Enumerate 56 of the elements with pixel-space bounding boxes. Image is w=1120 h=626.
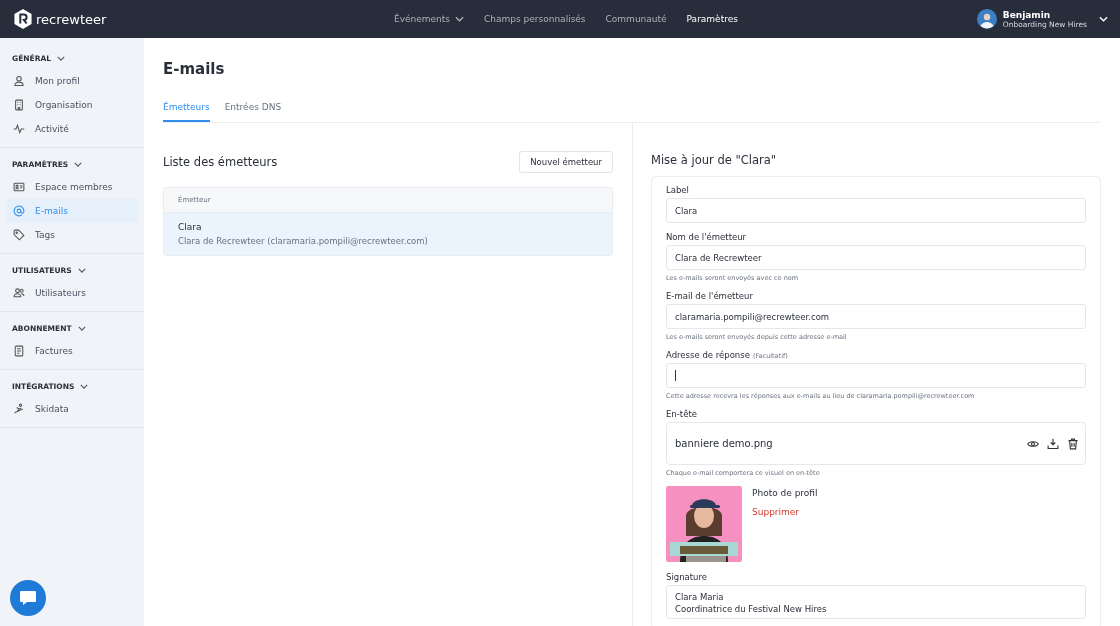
chat-bubble-icon xyxy=(18,588,38,608)
table-row[interactable]: Clara Clara de Recrewteer (claramaria.pompili@recrewteer.com) xyxy=(164,213,612,255)
skier-icon xyxy=(13,403,25,415)
field-label: Adresse de réponse xyxy=(666,350,750,360)
document-icon xyxy=(13,345,25,357)
sidebar-item[interactable]: Mon profil xyxy=(6,69,138,93)
nav-link[interactable]: Événements xyxy=(394,14,465,24)
sidebar-item[interactable]: Factures xyxy=(6,339,138,363)
photo-label: Photo de profil xyxy=(752,488,818,498)
chevron-down-icon xyxy=(77,326,86,331)
field-label: Nom de l'émetteur xyxy=(666,232,747,242)
logo-icon xyxy=(14,9,32,29)
building-icon xyxy=(13,99,25,111)
tab[interactable]: Entrées DNS xyxy=(224,102,282,122)
input-field[interactable]: Clara de Recrewteer xyxy=(666,245,1086,270)
page-title: E-mails xyxy=(163,60,226,78)
field-label: Signature xyxy=(666,572,707,582)
new-sender-button[interactable]: Nouvel émetteur xyxy=(519,151,613,173)
download-icon[interactable] xyxy=(1047,437,1059,450)
sidebar-item[interactable]: Utilisateurs xyxy=(6,281,138,305)
nav-link[interactable]: Champs personnalisés xyxy=(484,14,586,24)
trash-icon[interactable] xyxy=(1067,437,1079,450)
chevron-down-icon xyxy=(77,268,86,273)
sidebar-item[interactable]: Activité xyxy=(6,117,138,141)
form-title: Mise à jour de "Clara" xyxy=(651,153,778,167)
id-card-icon xyxy=(13,181,25,193)
sidebar-item[interactable]: Espace membres xyxy=(6,175,138,199)
user-name: Benjamin xyxy=(1002,9,1052,20)
tag-icon xyxy=(13,229,25,241)
brand-name: recrewteer xyxy=(36,11,107,27)
sidebar-item[interactable]: Skidata xyxy=(6,397,138,421)
field-label: E-mail de l'émetteur xyxy=(666,291,753,301)
field-label: Label xyxy=(666,185,689,195)
file-name: banniere demo.png xyxy=(675,438,774,449)
chevron-down-icon xyxy=(57,56,66,61)
chevron-down-icon xyxy=(80,384,89,389)
chevron-down-icon xyxy=(74,162,83,167)
input-field[interactable]: Clara xyxy=(666,198,1086,223)
signature-field[interactable]: Clara Maria Coordinatrice du Festival New Hires xyxy=(666,585,1086,619)
at-sign-icon xyxy=(13,205,25,217)
nav-link[interactable]: Communauté xyxy=(605,14,667,24)
person-icon xyxy=(13,75,25,87)
input-field[interactable]: claramaria.pompili@recrewteer.com xyxy=(666,304,1086,329)
users-icon xyxy=(13,287,25,299)
avatar-icon xyxy=(976,9,997,29)
tab[interactable]: Émetteurs xyxy=(163,102,210,122)
chevron-down-icon xyxy=(1099,16,1108,22)
nav-link[interactable]: Paramètres xyxy=(686,14,738,24)
remove-link[interactable]: Supprimer xyxy=(752,507,818,517)
input-field[interactable] xyxy=(666,363,1086,388)
field-label: En-tête xyxy=(666,409,697,419)
section-title: Liste des émetteurs xyxy=(163,155,278,169)
sidebar-item[interactable]: Tags xyxy=(6,223,138,247)
activity-icon xyxy=(13,123,25,135)
chat-button[interactable] xyxy=(10,580,46,616)
sidebar-item[interactable]: Organisation xyxy=(6,93,138,117)
